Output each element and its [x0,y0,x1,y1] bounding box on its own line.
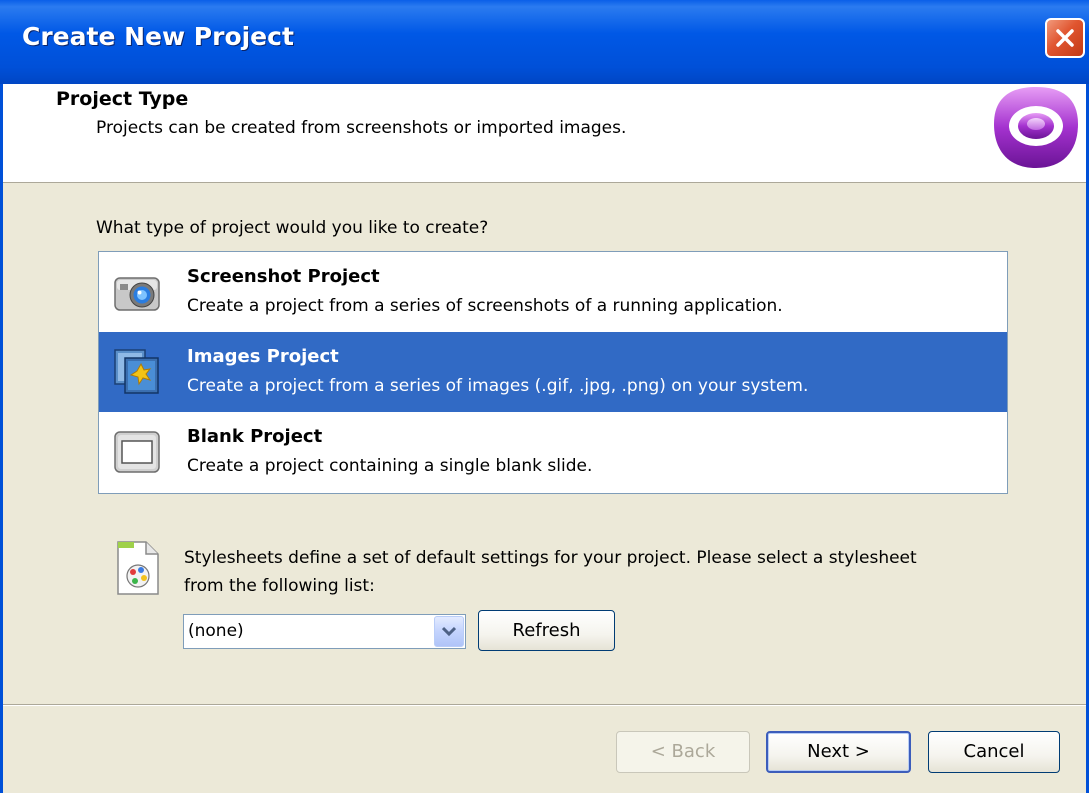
stylesheet-dropdown[interactable]: (none) [183,614,466,649]
step-description: Projects can be created from screenshots… [96,118,627,138]
wizard-header: Project Type Projects can be created fro… [0,84,1089,183]
stylesheet-instructions: Stylesheets define a set of default sett… [184,548,917,596]
next-button[interactable]: Next > [766,731,911,773]
app-logo-icon [992,84,1080,172]
project-type-question: What type of project would you like to c… [96,218,489,238]
create-project-dialog: Create New Project Project Type Projects… [0,0,1089,793]
project-type-images[interactable]: Images Project Create a project from a s… [99,332,1007,412]
footer-divider [0,704,1089,706]
back-button[interactable]: < Back [616,731,750,773]
project-type-description: Create a project from a series of screen… [187,296,783,316]
stylesheet-selected-value: (none) [188,621,244,641]
project-type-description: Create a project containing a single bla… [187,456,593,476]
window-frame-left [0,84,3,793]
project-type-description: Create a project from a series of images… [187,376,809,396]
close-button[interactable] [1045,18,1085,58]
project-type-screenshot[interactable]: Screenshot Project Create a project from… [99,252,1007,332]
project-type-blank[interactable]: Blank Project Create a project containin… [99,412,1007,492]
images-icon [113,348,161,396]
step-title: Project Type [56,88,189,110]
title-bar[interactable]: Create New Project [0,0,1089,84]
project-type-title: Blank Project [187,426,323,447]
cancel-button[interactable]: Cancel [928,731,1060,773]
project-type-list: Screenshot Project Create a project from… [98,251,1008,494]
project-type-title: Screenshot Project [187,266,380,287]
stylesheet-icon [114,540,162,596]
camera-icon [113,268,161,316]
refresh-button[interactable]: Refresh [478,610,615,651]
project-type-title: Images Project [187,346,339,367]
blank-slide-icon [113,428,161,476]
window-title: Create New Project [22,22,294,51]
dropdown-arrow-button[interactable] [434,616,464,647]
